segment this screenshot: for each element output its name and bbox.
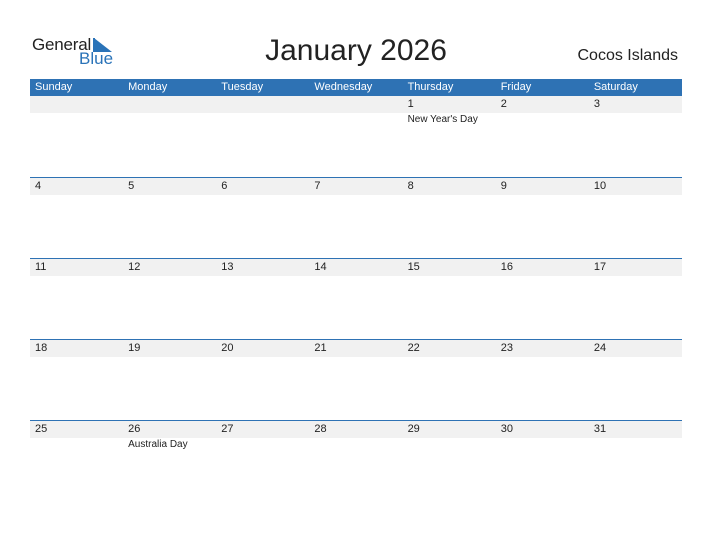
day-number: 6	[221, 180, 228, 192]
day-number: 23	[500, 342, 513, 354]
week-row: 1 2 3 New Year's Day	[30, 96, 682, 177]
day-number: 28	[314, 423, 327, 435]
weekday-tuesday: Tuesday	[221, 81, 264, 93]
weekday-saturday: Saturday	[593, 81, 638, 93]
day-number: 1	[407, 98, 414, 110]
day-number: 26	[128, 423, 141, 435]
weekday-friday: Friday	[500, 81, 532, 93]
day-number: 18	[35, 342, 48, 354]
day-number	[123, 96, 216, 113]
events-row: New Year's Day	[30, 113, 682, 127]
day-number: 5	[128, 180, 135, 192]
holiday-label	[496, 113, 589, 127]
holiday-label: New Year's Day	[407, 114, 478, 125]
day-number: 13	[221, 261, 234, 273]
day-number: 30	[500, 423, 513, 435]
day-number: 4	[35, 180, 42, 192]
holiday-label	[309, 438, 402, 452]
day-number: 27	[221, 423, 234, 435]
holiday-label	[216, 113, 309, 127]
weekday-wednesday: Wednesday	[314, 81, 373, 93]
day-number	[30, 96, 123, 113]
weekday-thursday: Thursday	[407, 81, 454, 93]
day-number: 12	[128, 261, 141, 273]
weeks-container: 1 2 3 New Year's Day 4 5 6 7 8 9 10 11 12 13 14 15 16 17 1…	[30, 96, 682, 501]
weekday-monday: Monday	[128, 81, 168, 93]
day-number: 24	[593, 342, 607, 354]
holiday-label	[496, 438, 589, 452]
day-number: 19	[128, 342, 141, 354]
day-number: 7	[314, 180, 321, 192]
day-number: 3	[593, 98, 600, 110]
day-number: 17	[593, 261, 607, 273]
day-number: 2	[500, 98, 507, 110]
date-strip: 18 19 20 21 22 23 24	[30, 340, 682, 357]
holiday-label	[589, 113, 682, 127]
events-row: Australia Day	[30, 438, 682, 452]
day-number: 15	[407, 261, 420, 273]
day-number: 10	[593, 180, 607, 192]
day-number: 25	[35, 423, 48, 435]
day-number: 9	[500, 180, 507, 192]
holiday-label	[589, 438, 682, 452]
date-strip: 11 12 13 14 15 16 17	[30, 259, 682, 276]
holiday-label: Australia Day	[128, 439, 188, 450]
calendar-grid: Sunday Monday Tuesday Wednesday Thursday…	[30, 79, 682, 501]
country-label: Cocos Islands	[577, 47, 679, 64]
holiday-label	[403, 438, 496, 452]
week-row: 18 19 20 21 22 23 24	[30, 339, 682, 420]
holiday-label	[30, 438, 123, 452]
day-number: 21	[314, 342, 327, 354]
day-number: 14	[314, 261, 327, 273]
day-number: 31	[593, 423, 607, 435]
date-strip: 1 2 3	[30, 96, 682, 113]
holiday-label	[30, 113, 123, 127]
day-number: 20	[221, 342, 234, 354]
holiday-label	[123, 113, 216, 127]
week-row: 11 12 13 14 15 16 17	[30, 258, 682, 339]
day-number	[216, 96, 309, 113]
holiday-label	[216, 438, 309, 452]
day-number: 11	[35, 261, 47, 273]
weekday-sunday: Sunday	[35, 81, 73, 93]
day-number: 8	[407, 180, 414, 192]
day-number	[309, 96, 402, 113]
date-strip: 25 26 27 28 29 30 31	[30, 421, 682, 438]
week-row: 4 5 6 7 8 9 10	[30, 177, 682, 258]
day-number: 16	[500, 261, 513, 273]
holiday-label	[309, 113, 402, 127]
day-number: 22	[407, 342, 420, 354]
weekday-header: Sunday Monday Tuesday Wednesday Thursday…	[30, 79, 682, 96]
day-number: 29	[407, 423, 420, 435]
week-row: 25 26 27 28 29 30 31 Australia Day	[30, 420, 682, 501]
date-strip: 4 5 6 7 8 9 10	[30, 178, 682, 195]
